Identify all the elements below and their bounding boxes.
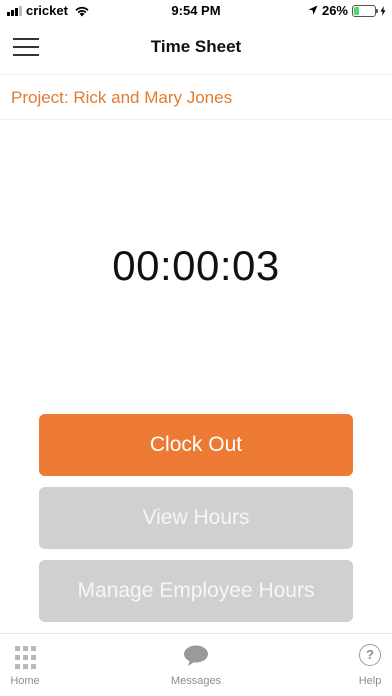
battery-level bbox=[354, 6, 360, 15]
status-bar: cricket 9:54 PM 26% bbox=[0, 0, 392, 22]
tab-home-label: Home bbox=[10, 675, 40, 687]
project-name: Project: Rick and Mary Jones bbox=[11, 88, 233, 107]
help-icon: ? bbox=[330, 644, 392, 670]
chat-bubble-icon bbox=[156, 644, 236, 670]
page-title: Time Sheet bbox=[150, 37, 242, 56]
battery-percent: 26% bbox=[321, 3, 348, 18]
elapsed-timer: 00:00:03 bbox=[112, 242, 280, 289]
tab-home[interactable]: Home bbox=[0, 634, 65, 696]
clock-out-button[interactable]: Clock Out bbox=[39, 414, 353, 476]
battery-icon bbox=[352, 4, 378, 17]
view-hours-button[interactable]: View Hours bbox=[39, 487, 353, 549]
grid-icon bbox=[0, 644, 65, 670]
tab-help-label: Help bbox=[358, 675, 382, 687]
tab-messages-label: Messages bbox=[170, 675, 222, 687]
tab-bar: Home Messages ? Help bbox=[0, 633, 392, 696]
tab-messages[interactable]: Messages bbox=[156, 634, 236, 696]
tab-help[interactable]: ? Help bbox=[330, 634, 392, 696]
location-arrow-icon bbox=[308, 5, 318, 15]
nav-bar: Time Sheet bbox=[0, 22, 392, 74]
charging-bolt-icon bbox=[380, 5, 386, 16]
manage-employee-hours-button[interactable]: Manage Employee Hours bbox=[39, 560, 353, 622]
help-glyph: ? bbox=[359, 644, 381, 666]
project-header: Project: Rick and Mary Jones bbox=[0, 74, 392, 120]
status-right: 26% bbox=[308, 3, 386, 18]
